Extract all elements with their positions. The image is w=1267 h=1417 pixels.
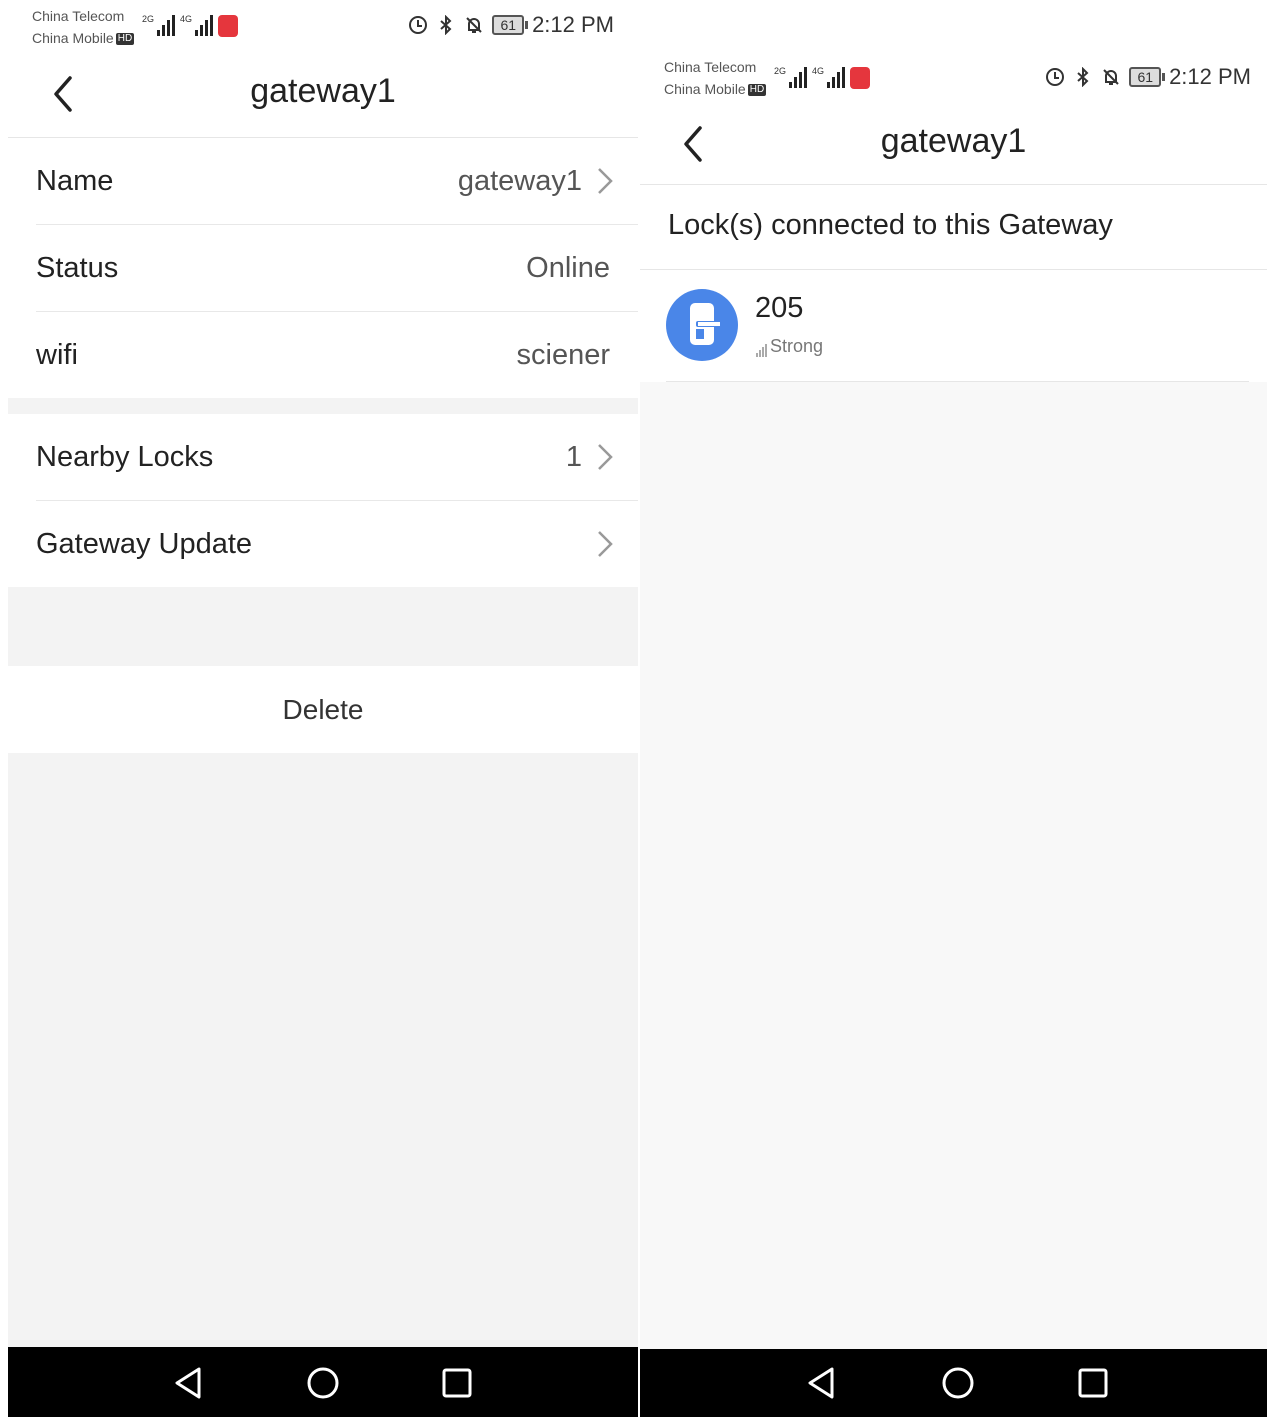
hd-badge: HD [747,84,767,97]
gateway-locks-screen: China Telecom China Mobile HD 2G 4G 61 2:… [640,0,1267,1417]
row-value: 1 [565,441,582,473]
signal-bars-icon [756,353,758,357]
back-triangle-icon[interactable] [804,1365,840,1401]
status-row: Status Online [36,225,638,312]
wifi-row: wifi sciener [36,312,638,398]
home-circle-icon[interactable] [940,1365,976,1401]
lock-list-item[interactable]: 205 Strong [640,270,1267,382]
page-title: gateway1 [880,122,1027,160]
section-header: Lock(s) connected to this Gateway [640,185,1267,270]
gateway-actions-group: Nearby Locks 1 Gateway Update [8,414,638,587]
network-type-label: 4G [180,14,193,24]
door-lock-icon [666,289,738,361]
header-bar: gateway1 [640,102,1267,185]
mute-bell-icon [1103,69,1120,85]
signal-strength: Strong [756,336,823,357]
page-title: gateway1 [250,72,396,110]
network-type-label: 2G [142,14,155,24]
carrier-name-2: China Mobile [664,81,746,97]
gateway-update-row[interactable]: Gateway Update [36,501,638,587]
status-bar: China Telecom China Mobile HD 2G 4G 61 2:… [640,50,1267,102]
signal-icon: 2G [142,14,176,36]
row-label: Nearby Locks [36,441,214,473]
delete-button[interactable]: Delete [8,666,638,753]
lock-name: 205 [755,292,804,324]
network-type-label: 2G [774,66,787,76]
recents-square-icon[interactable] [1075,1365,1111,1401]
divider [666,381,1249,382]
app-notification-icon [218,15,238,37]
system-nav-bar [8,1347,638,1417]
clock-time: 2:12 PM [532,12,614,37]
row-value: gateway1 [457,165,582,197]
row-label: Status [36,252,119,284]
row-value: sciener [516,339,611,371]
row-label: Gateway Update [36,528,253,560]
battery-icon: 61 [1129,67,1165,87]
carrier-name-1: China Telecom [664,59,757,75]
nearby-locks-row[interactable]: Nearby Locks 1 [36,414,638,501]
hd-badge: HD [115,33,135,46]
chevron-right-icon [598,531,613,557]
row-label: wifi [36,339,78,371]
bluetooth-icon [440,15,452,35]
signal-icon: 2G [774,66,808,88]
delete-label: Delete [282,694,364,725]
recents-square-icon[interactable] [439,1365,475,1401]
gateway-info-group: Name gateway1 Status Online wifi sciener [8,138,638,398]
data-saver-icon [1046,68,1065,86]
chevron-right-icon [598,168,613,194]
header-bar: gateway1 [8,50,638,138]
carrier-name-1: China Telecom [32,8,125,24]
chevron-right-icon [598,444,613,470]
network-type-label: 4G [812,66,825,76]
signal-label: Strong [770,336,824,356]
status-bar: China Telecom China Mobile HD 2G 4G 61 2:… [8,0,638,50]
signal-icon: 4G [180,14,214,36]
data-saver-icon [409,16,428,34]
app-notification-icon [850,67,870,89]
back-triangle-icon[interactable] [171,1365,207,1401]
signal-icon: 4G [812,66,846,88]
carrier-name-2: China Mobile [32,30,114,46]
gateway-detail-screen: China Telecom China Mobile HD 2G 4G 61 2:… [8,0,638,1417]
bluetooth-icon [1077,67,1089,87]
mute-bell-icon [466,17,483,33]
battery-icon: 61 [492,15,528,35]
clock-time: 2:12 PM [1169,64,1251,89]
top-margin [640,0,1267,50]
home-circle-icon[interactable] [305,1365,341,1401]
system-nav-bar [640,1349,1267,1417]
row-label: Name [36,165,114,197]
row-value: Online [526,252,610,284]
section-title: Lock(s) connected to this Gateway [668,209,1113,241]
name-row[interactable]: Name gateway1 [36,138,638,225]
